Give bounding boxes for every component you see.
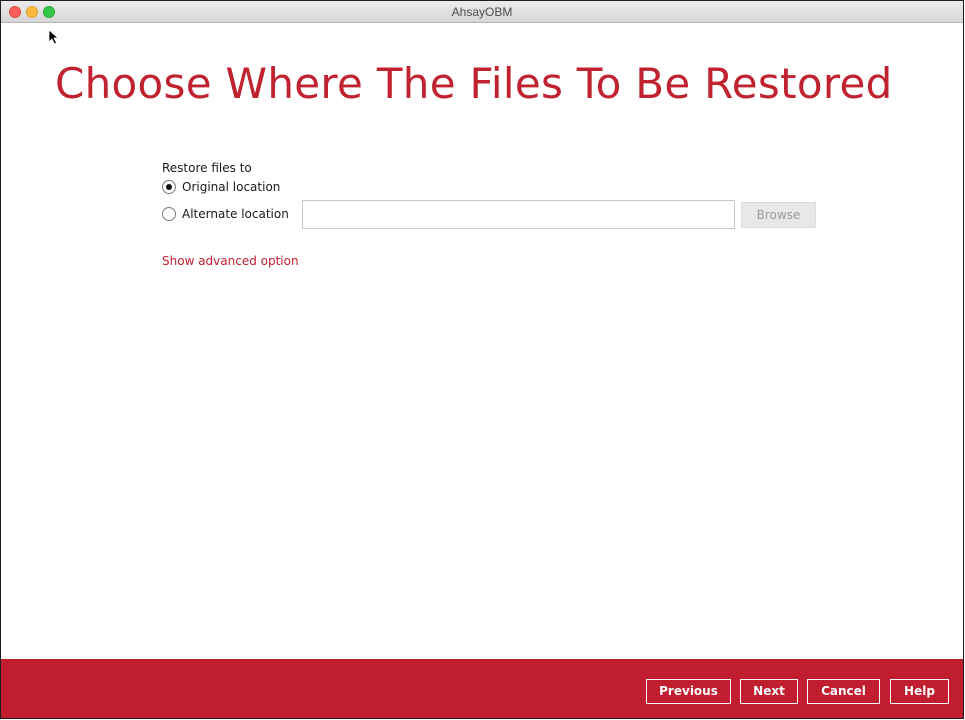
alternate-location-radio[interactable] <box>162 207 176 221</box>
original-location-radio[interactable] <box>162 180 176 194</box>
browse-button[interactable]: Browse <box>741 202 816 228</box>
title-bar: AhsayOBM <box>1 1 963 23</box>
next-button[interactable]: Next <box>740 679 798 704</box>
footer-bar: Previous Next Cancel Help <box>1 659 963 718</box>
original-location-label: Original location <box>182 180 281 194</box>
page-title: Choose Where The Files To Be Restored <box>55 59 893 108</box>
cancel-button[interactable]: Cancel <box>807 679 880 704</box>
help-button[interactable]: Help <box>890 679 949 704</box>
alternate-location-label: Alternate location <box>182 207 289 221</box>
restore-files-to-label: Restore files to <box>162 161 252 175</box>
show-advanced-option-link[interactable]: Show advanced option <box>162 254 299 268</box>
window-title: AhsayOBM <box>451 5 513 19</box>
mouse-pointer-icon <box>48 29 60 45</box>
alternate-location-path-input[interactable] <box>302 200 735 229</box>
alternate-location-option[interactable]: Alternate location <box>162 204 289 224</box>
original-location-option[interactable]: Original location <box>162 178 280 196</box>
app-window: AhsayOBM Choose Where The Files To Be Re… <box>0 0 964 719</box>
previous-button[interactable]: Previous <box>646 679 731 704</box>
